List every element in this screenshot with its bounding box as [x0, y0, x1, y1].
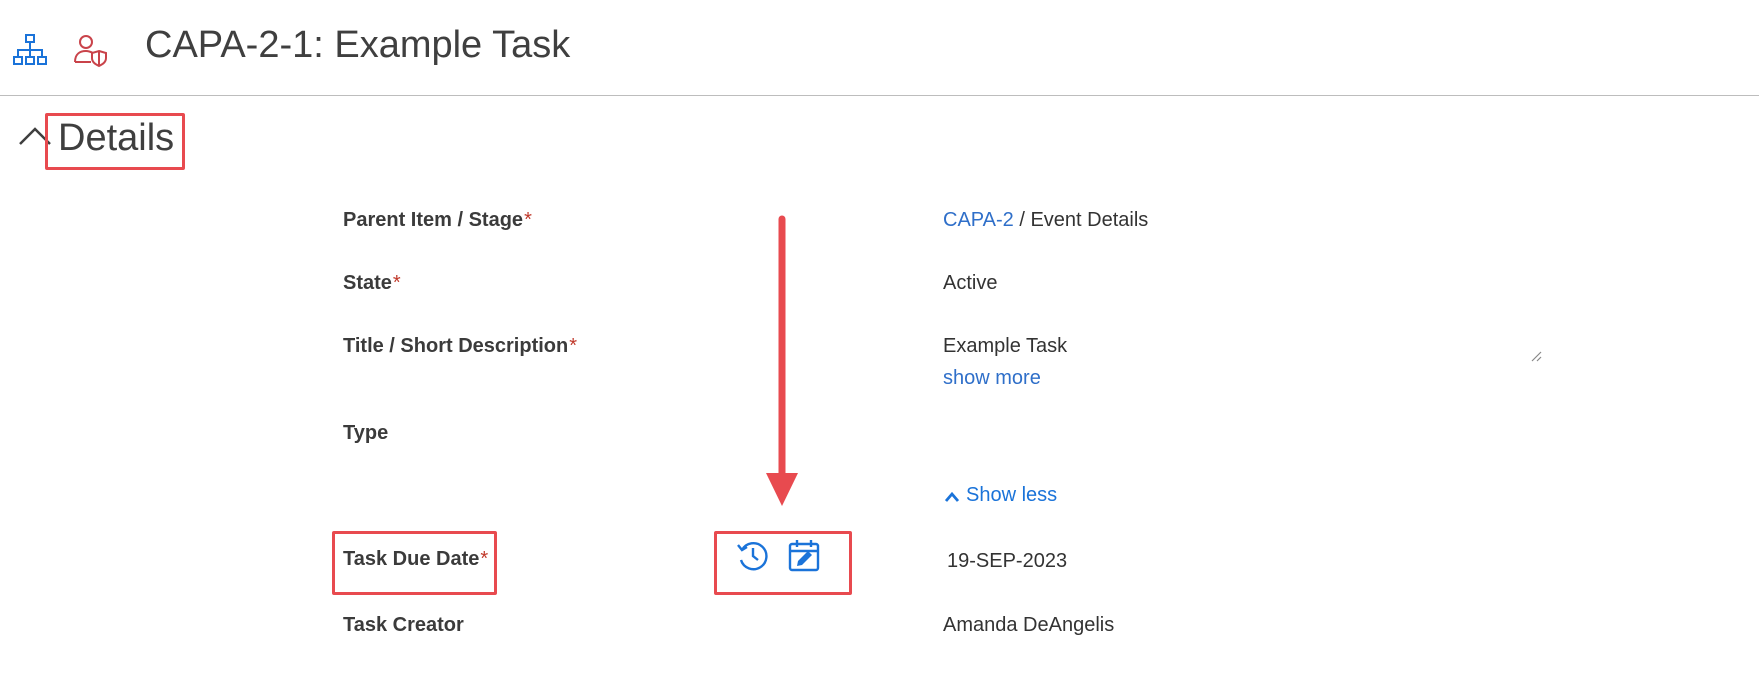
field-label-creator: Task Creator: [343, 614, 464, 636]
annotation-box-due-date: [332, 531, 497, 595]
chevron-up-small-icon: [944, 491, 960, 502]
annotation-arrow-down: [766, 215, 798, 506]
field-value-title: Example Task: [943, 335, 1068, 357]
field-label-state: State*: [343, 272, 401, 294]
show-less-toggle[interactable]: Show less: [944, 484, 1057, 507]
field-value-creator: Amanda DeAngelis: [943, 614, 1115, 636]
show-more-link[interactable]: show more: [943, 367, 1041, 390]
field-value-parent: CAPA-2 / Event Details: [943, 209, 1149, 231]
annotation-box-details: [45, 113, 185, 170]
field-label-type: Type: [343, 422, 389, 444]
field-label-title: Title / Short Description*: [343, 335, 578, 357]
page-title: CAPA-2-1: Example Task: [145, 24, 571, 66]
annotation-box-field-icons: [714, 531, 852, 595]
user-shield-icon[interactable]: [72, 32, 108, 68]
hierarchy-icon[interactable]: [12, 32, 48, 68]
resize-grip-icon[interactable]: [1530, 350, 1542, 362]
field-value-state: Active: [943, 272, 998, 294]
field-label-parent: Parent Item / Stage*: [343, 209, 532, 231]
parent-item-link[interactable]: CAPA-2: [943, 209, 1014, 231]
field-value-due-date: 19-SEP-2023: [947, 550, 1068, 572]
header-divider: [0, 95, 1759, 96]
